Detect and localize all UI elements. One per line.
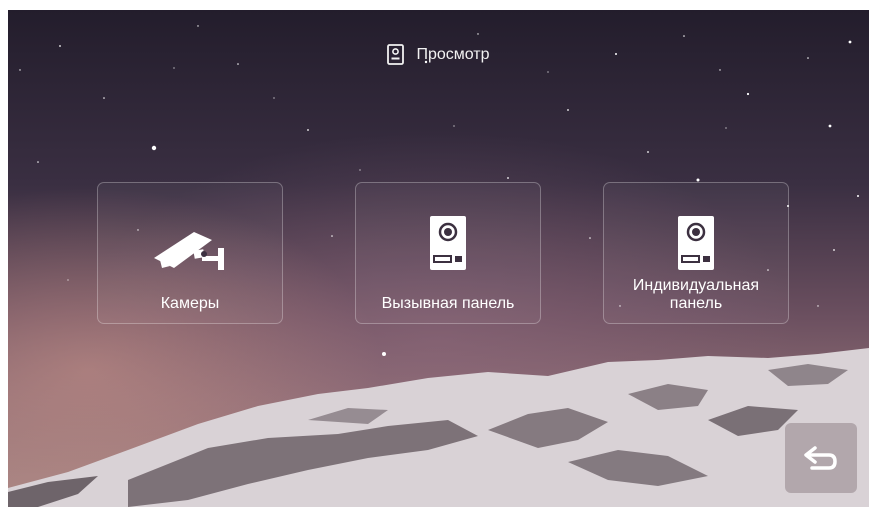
viewing-screen: Просмотр Камеры Вызывная панель Индивиду… (8, 10, 869, 507)
tile-label-cameras: Камеры (160, 295, 220, 312)
door-panel-icon (678, 216, 714, 270)
tile-label-call-panel: Вызывная панель (381, 295, 515, 312)
door-panel-icon (387, 44, 405, 65)
tile-label-individual-panel: Индивидуальная панель (632, 277, 760, 312)
call-panel-tile[interactable]: Вызывная панель (355, 182, 541, 324)
door-panel-icon (430, 216, 466, 270)
screen-header: Просмотр (8, 44, 869, 65)
page-title: Просмотр (416, 45, 490, 63)
cameras-tile[interactable]: Камеры (97, 182, 283, 324)
cctv-camera-icon (154, 232, 224, 270)
back-button[interactable] (785, 423, 857, 493)
individual-panel-tile[interactable]: Индивидуальная панель (603, 182, 789, 324)
back-arrow-icon (804, 446, 837, 470)
